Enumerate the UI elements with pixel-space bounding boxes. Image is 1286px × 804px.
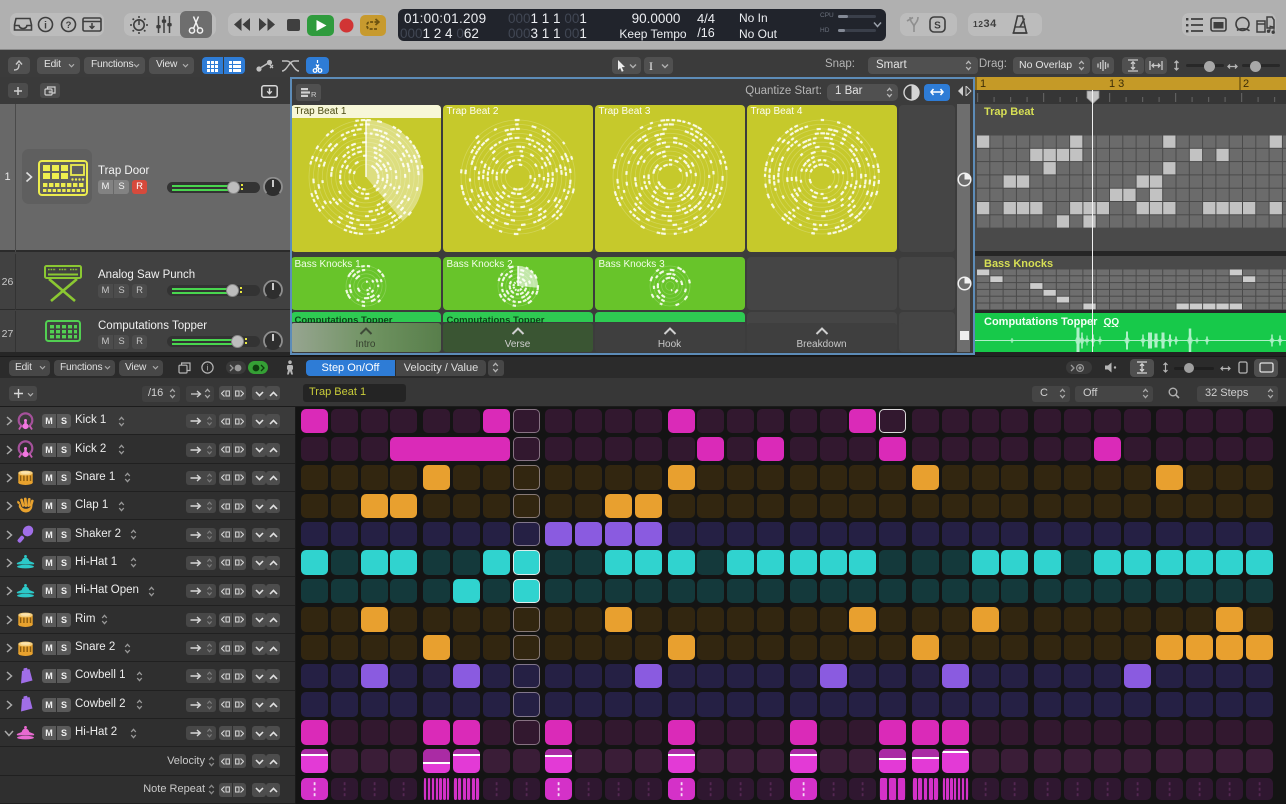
svg-text:i: i bbox=[44, 21, 47, 32]
svg-text:i: i bbox=[207, 363, 209, 373]
svg-text:R: R bbox=[311, 90, 317, 97]
svg-text:?: ? bbox=[66, 20, 72, 31]
svg-text:S: S bbox=[934, 20, 941, 31]
